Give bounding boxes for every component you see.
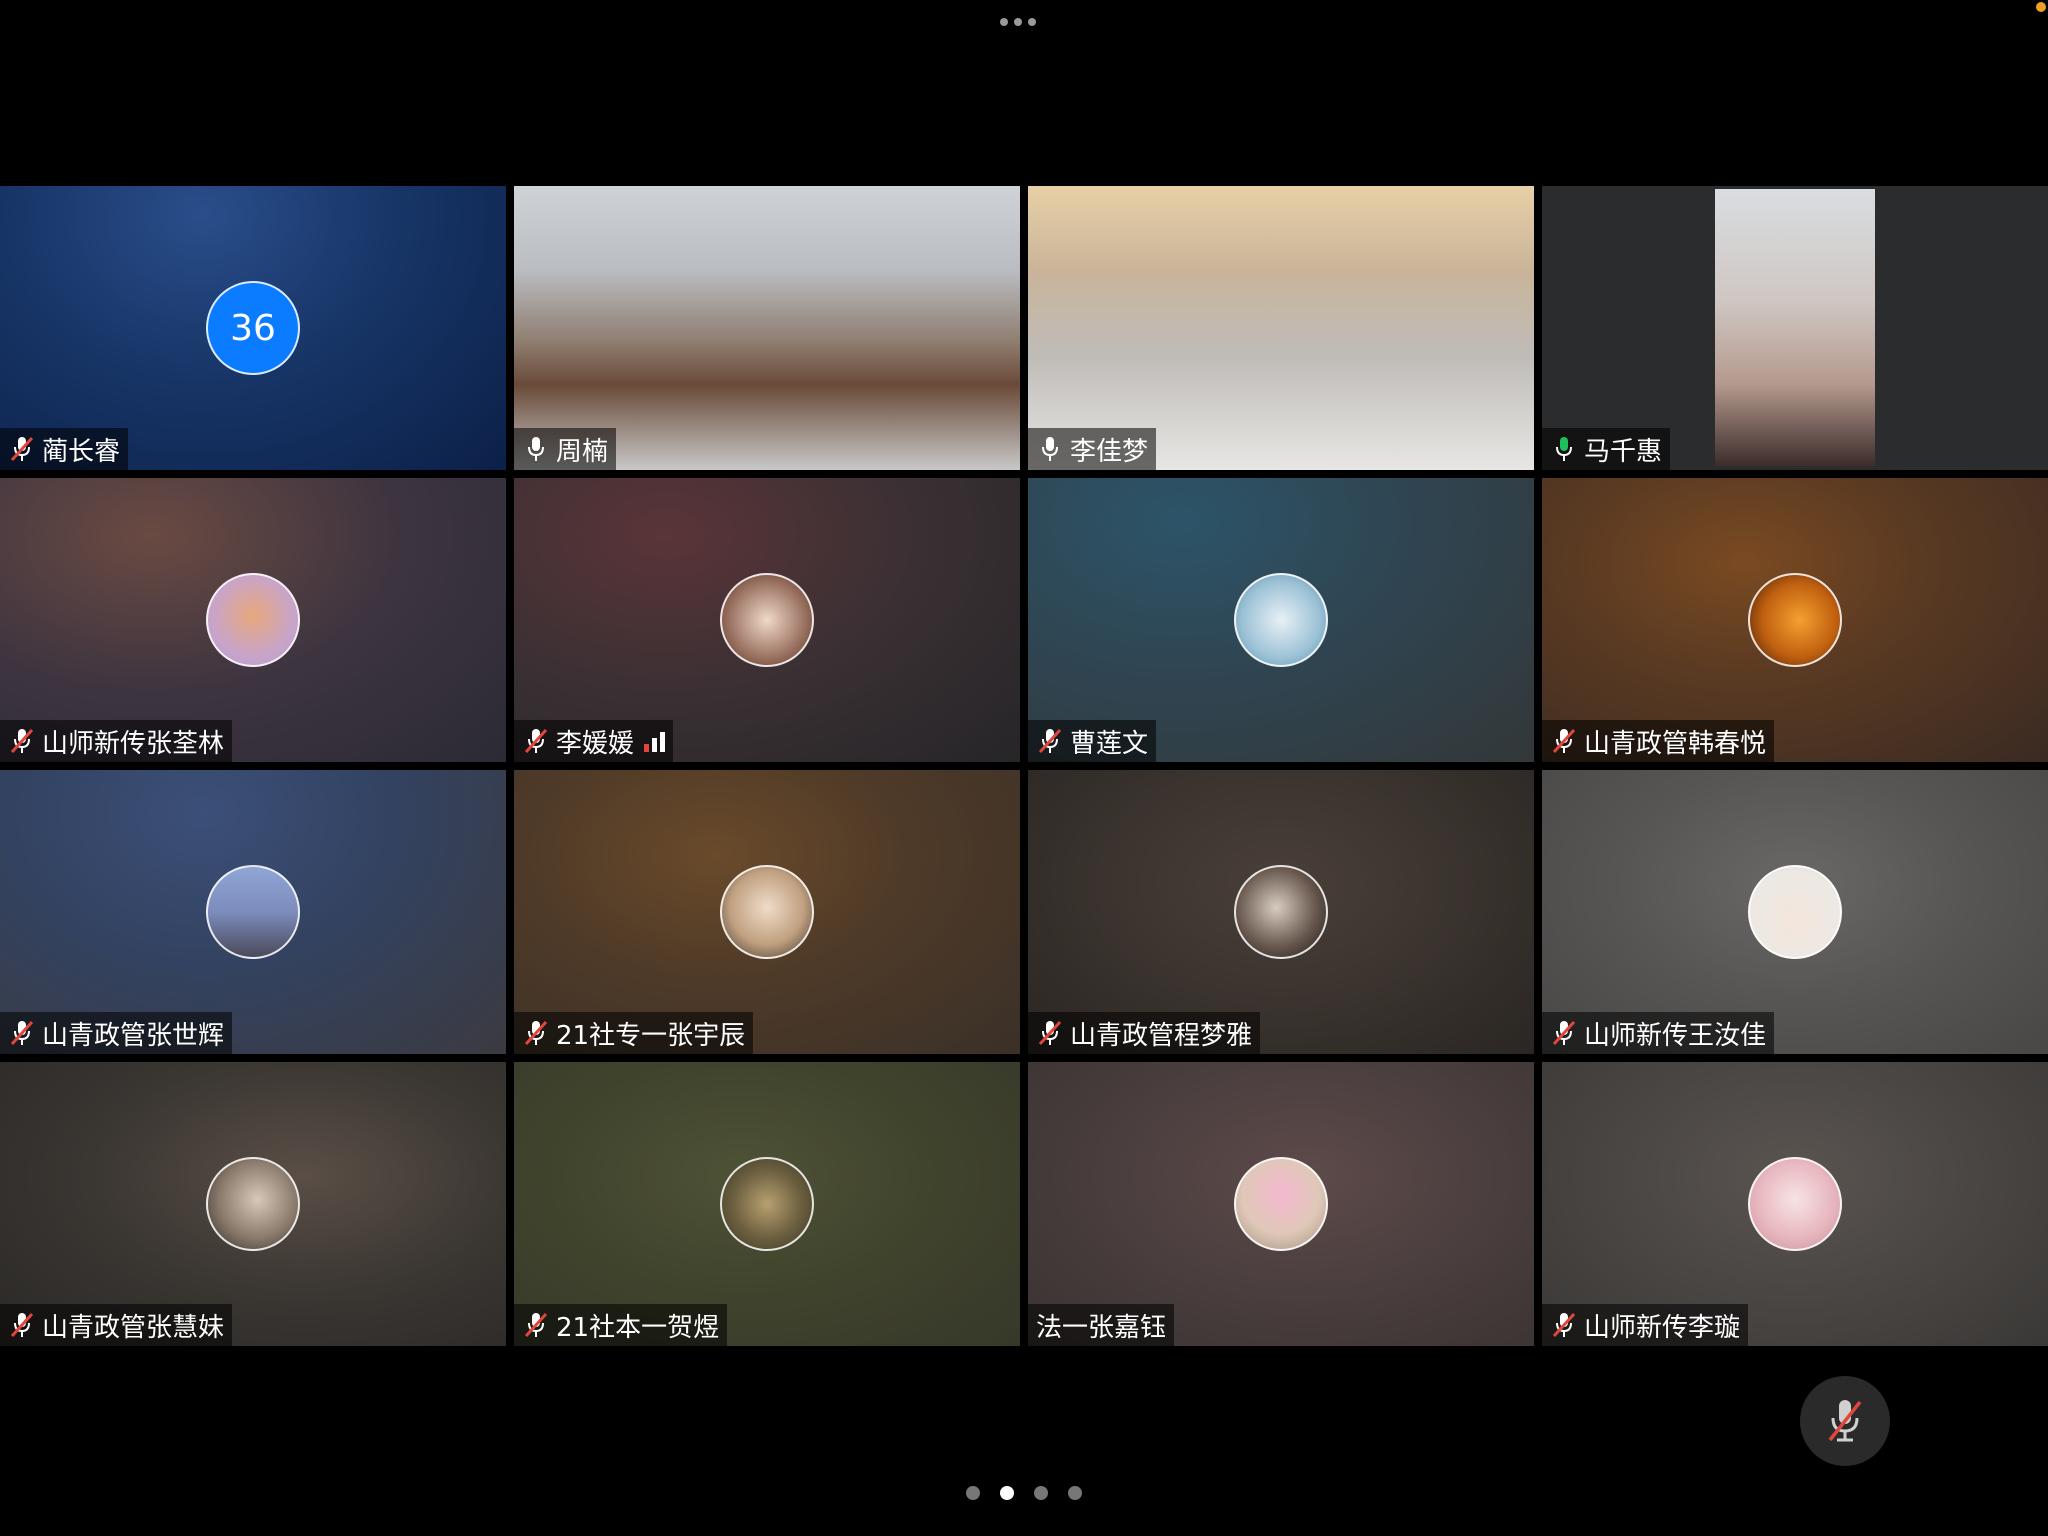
participant-tile[interactable]: 曹莲文 (1028, 478, 1534, 762)
participant-name-tag: 山师新传王汝佳 (1542, 1012, 1775, 1054)
mic-muted-icon (1552, 1312, 1576, 1338)
video-feed-portrait (1715, 189, 1875, 467)
participant-name: 山青政管张慧妹 (42, 1312, 225, 1343)
participant-tile-active-speaker[interactable]: 马千惠 (1542, 186, 2048, 470)
avatar (1748, 573, 1842, 667)
page-dot-active[interactable] (1000, 1486, 1014, 1500)
participant-tile[interactable]: 山青政管韩春悦 (1542, 478, 2048, 762)
status-indicator-dot (2036, 2, 2046, 12)
page-dot[interactable] (1068, 1486, 1082, 1500)
mute-toggle-button[interactable] (1800, 1376, 1890, 1466)
mic-speaking-icon (1556, 437, 1572, 461)
participant-tile[interactable]: 山师新传李璇 (1542, 1062, 2048, 1346)
participant-name-tag: 21社专一张宇辰 (514, 1012, 754, 1054)
participant-name-tag: 山青政管张慧妹 (0, 1304, 233, 1346)
avatar (206, 1157, 300, 1251)
avatar: 36 (206, 281, 300, 375)
avatar (720, 1157, 814, 1251)
weak-signal-icon (644, 730, 666, 752)
participant-name-tag: 山师新传李璇 (1542, 1304, 1749, 1346)
participant-name: 法一张嘉钰 (1036, 1312, 1167, 1343)
participant-tile[interactable]: 山师新传王汝佳 (1542, 770, 2048, 1054)
mic-muted-icon (524, 1020, 548, 1046)
mic-icon (528, 437, 544, 461)
participant-name: 山师新传张荃林 (42, 728, 225, 759)
participant-tile[interactable]: 山青政管张慧妹 (0, 1062, 506, 1346)
participant-tile[interactable]: 周楠 (514, 186, 1020, 470)
participant-name: 山青政管韩春悦 (1584, 728, 1767, 759)
page-dot[interactable] (966, 1486, 980, 1500)
mic-muted-icon (10, 728, 34, 754)
participant-name: 周楠 (556, 436, 609, 467)
avatar (206, 573, 300, 667)
mic-muted-icon (1038, 1020, 1062, 1046)
mic-muted-icon (10, 1312, 34, 1338)
avatar (720, 573, 814, 667)
mic-muted-icon (524, 728, 548, 754)
avatar (1748, 1157, 1842, 1251)
participant-name-tag: 蔺长睿 (0, 428, 129, 470)
participant-name: 蔺长睿 (42, 436, 121, 467)
avatar (206, 865, 300, 959)
participant-name-tag: 山青政管韩春悦 (1542, 720, 1775, 762)
participant-name: 李媛媛 (556, 728, 635, 759)
avatar (1234, 573, 1328, 667)
participant-tile[interactable]: 李佳梦 (1028, 186, 1534, 470)
participant-name-tag: 法一张嘉钰 (1028, 1304, 1175, 1346)
participant-name-tag: 周楠 (514, 428, 617, 470)
participant-name-tag: 李媛媛 (514, 720, 674, 762)
avatar (1234, 1157, 1328, 1251)
participant-tile[interactable]: 21社专一张宇辰 (514, 770, 1020, 1054)
mic-muted-icon (1552, 728, 1576, 754)
mic-muted-icon (10, 1020, 34, 1046)
participant-tile[interactable]: 山师新传张荃林 (0, 478, 506, 762)
participant-tile[interactable]: 李媛媛 (514, 478, 1020, 762)
participant-name: 马千惠 (1584, 436, 1663, 467)
mic-muted-icon (1828, 1400, 1862, 1442)
participant-tile[interactable]: 山青政管程梦雅 (1028, 770, 1534, 1054)
participant-name-tag: 山青政管程梦雅 (1028, 1012, 1261, 1054)
mic-muted-icon (1038, 728, 1062, 754)
participant-name: 山青政管张世辉 (42, 1020, 225, 1051)
participant-name-tag: 曹莲文 (1028, 720, 1157, 762)
participant-name: 曹莲文 (1070, 728, 1149, 759)
participant-name: 21社本一贺煜 (556, 1312, 720, 1343)
participant-tile[interactable]: 山青政管张世辉 (0, 770, 506, 1054)
participant-tile[interactable]: 法一张嘉钰 (1028, 1062, 1534, 1346)
participant-tile[interactable]: 36 蔺长睿 (0, 186, 506, 470)
participant-name: 李佳梦 (1070, 436, 1149, 467)
participant-name-tag: 山青政管张世辉 (0, 1012, 233, 1054)
participant-name: 山师新传李璇 (1584, 1312, 1741, 1343)
participant-name: 21社专一张宇辰 (556, 1020, 746, 1051)
participant-name-tag: 21社本一贺煜 (514, 1304, 728, 1346)
participant-name-tag: 山师新传张荃林 (0, 720, 233, 762)
page-indicator[interactable] (966, 1486, 1082, 1500)
mic-muted-icon (1552, 1020, 1576, 1046)
mic-muted-icon (524, 1312, 548, 1338)
participant-name-tag: 李佳梦 (1028, 428, 1157, 470)
avatar (1748, 865, 1842, 959)
more-options-icon[interactable] (1000, 18, 1048, 30)
participant-name-tag: 马千惠 (1542, 428, 1671, 470)
participant-grid: 36 蔺长睿 周楠 李佳梦 马千惠 山师新传张荃林 李媛媛 曹莲文 山青政管韩春… (0, 186, 2048, 1350)
mic-icon (1042, 437, 1058, 461)
page-dot[interactable] (1034, 1486, 1048, 1500)
avatar (720, 865, 814, 959)
participant-name: 山师新传王汝佳 (1584, 1020, 1767, 1051)
participant-name: 山青政管程梦雅 (1070, 1020, 1253, 1051)
avatar (1234, 865, 1328, 959)
mic-muted-icon (10, 436, 34, 462)
participant-tile[interactable]: 21社本一贺煜 (514, 1062, 1020, 1346)
